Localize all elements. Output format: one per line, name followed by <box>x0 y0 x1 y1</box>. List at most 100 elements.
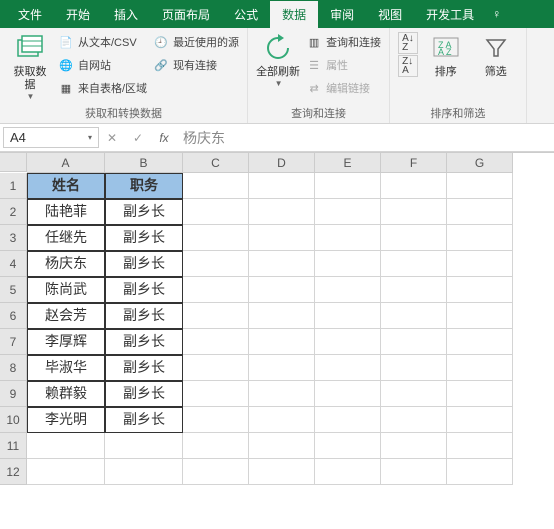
sort-asc-button[interactable]: A↓Z <box>398 32 418 54</box>
cell-A1[interactable]: 姓名 <box>27 173 105 199</box>
cell-F4[interactable] <box>381 251 447 277</box>
row-header-2[interactable]: 2 <box>0 199 27 225</box>
cell-C1[interactable] <box>183 173 249 199</box>
cell-E11[interactable] <box>315 433 381 459</box>
cell-B4[interactable]: 副乡长 <box>105 251 183 277</box>
cell-B6[interactable]: 副乡长 <box>105 303 183 329</box>
row-header-6[interactable]: 6 <box>0 303 27 329</box>
cell-D6[interactable] <box>249 303 315 329</box>
cell-D4[interactable] <box>249 251 315 277</box>
from-web-button[interactable]: 🌐自网站 <box>58 55 147 75</box>
cell-C9[interactable] <box>183 381 249 407</box>
col-header-B[interactable]: B <box>105 153 183 173</box>
cell-A2[interactable]: 陆艳菲 <box>27 199 105 225</box>
cell-C4[interactable] <box>183 251 249 277</box>
enter-icon[interactable]: ✓ <box>125 131 151 145</box>
cell-B1[interactable]: 职务 <box>105 173 183 199</box>
cell-C5[interactable] <box>183 277 249 303</box>
cell-F12[interactable] <box>381 459 447 485</box>
from-table-button[interactable]: ▦来自表格/区域 <box>58 78 147 98</box>
sort-desc-button[interactable]: Z↓A <box>398 55 418 77</box>
row-header-1[interactable]: 1 <box>0 173 27 199</box>
cell-G12[interactable] <box>447 459 513 485</box>
cell-F10[interactable] <box>381 407 447 433</box>
cancel-icon[interactable]: ✕ <box>99 131 125 145</box>
tab-开始[interactable]: 开始 <box>54 1 102 28</box>
cell-B11[interactable] <box>105 433 183 459</box>
cell-D9[interactable] <box>249 381 315 407</box>
queries-connections-button[interactable]: ▥查询和连接 <box>306 32 381 52</box>
cell-E8[interactable] <box>315 355 381 381</box>
cell-F11[interactable] <box>381 433 447 459</box>
row-header-12[interactable]: 12 <box>0 459 27 485</box>
cell-C8[interactable] <box>183 355 249 381</box>
col-header-A[interactable]: A <box>27 153 105 173</box>
cell-E12[interactable] <box>315 459 381 485</box>
cell-G3[interactable] <box>447 225 513 251</box>
cell-B7[interactable]: 副乡长 <box>105 329 183 355</box>
col-header-D[interactable]: D <box>249 153 315 173</box>
cell-B9[interactable]: 副乡长 <box>105 381 183 407</box>
cell-E6[interactable] <box>315 303 381 329</box>
cell-D10[interactable] <box>249 407 315 433</box>
cell-A5[interactable]: 陈尚武 <box>27 277 105 303</box>
col-header-F[interactable]: F <box>381 153 447 173</box>
cell-D8[interactable] <box>249 355 315 381</box>
cell-G11[interactable] <box>447 433 513 459</box>
existing-connections-button[interactable]: 🔗现有连接 <box>153 55 239 75</box>
tab-开发工具[interactable]: 开发工具 <box>414 1 486 28</box>
cell-A8[interactable]: 毕淑华 <box>27 355 105 381</box>
cell-E2[interactable] <box>315 199 381 225</box>
cell-F5[interactable] <box>381 277 447 303</box>
cell-B8[interactable]: 副乡长 <box>105 355 183 381</box>
cell-F3[interactable] <box>381 225 447 251</box>
col-header-G[interactable]: G <box>447 153 513 173</box>
sort-button[interactable]: Z AA Z 排序 <box>424 32 468 79</box>
cell-C7[interactable] <box>183 329 249 355</box>
cell-A3[interactable]: 任继先 <box>27 225 105 251</box>
cell-G1[interactable] <box>447 173 513 199</box>
cell-E4[interactable] <box>315 251 381 277</box>
formula-value[interactable]: 杨庆东 <box>177 128 554 148</box>
filter-button[interactable]: 筛选 <box>474 32 518 79</box>
row-header-10[interactable]: 10 <box>0 407 27 433</box>
cell-C11[interactable] <box>183 433 249 459</box>
cell-D1[interactable] <box>249 173 315 199</box>
row-header-11[interactable]: 11 <box>0 433 27 459</box>
cell-A12[interactable] <box>27 459 105 485</box>
from-text-csv-button[interactable]: 📄从文本/CSV <box>58 32 147 52</box>
cell-G2[interactable] <box>447 199 513 225</box>
col-header-E[interactable]: E <box>315 153 381 173</box>
cell-B10[interactable]: 副乡长 <box>105 407 183 433</box>
cell-F8[interactable] <box>381 355 447 381</box>
cell-G8[interactable] <box>447 355 513 381</box>
recent-sources-button[interactable]: 🕘最近使用的源 <box>153 32 239 52</box>
cell-D5[interactable] <box>249 277 315 303</box>
cell-B3[interactable]: 副乡长 <box>105 225 183 251</box>
tab-插入[interactable]: 插入 <box>102 1 150 28</box>
row-header-8[interactable]: 8 <box>0 355 27 381</box>
tab-审阅[interactable]: 审阅 <box>318 1 366 28</box>
cell-E10[interactable] <box>315 407 381 433</box>
cell-E9[interactable] <box>315 381 381 407</box>
cell-D11[interactable] <box>249 433 315 459</box>
cell-E7[interactable] <box>315 329 381 355</box>
cell-C2[interactable] <box>183 199 249 225</box>
fx-icon[interactable]: fx <box>151 131 177 145</box>
cell-B2[interactable]: 副乡长 <box>105 199 183 225</box>
cell-G10[interactable] <box>447 407 513 433</box>
cell-B5[interactable]: 副乡长 <box>105 277 183 303</box>
edit-links-button[interactable]: ⇄编辑链接 <box>306 78 381 98</box>
tab-视图[interactable]: 视图 <box>366 1 414 28</box>
cell-B12[interactable] <box>105 459 183 485</box>
cell-G4[interactable] <box>447 251 513 277</box>
refresh-all-button[interactable]: 全部刷新 ▼ <box>256 32 300 88</box>
cell-A4[interactable]: 杨庆东 <box>27 251 105 277</box>
tab-数据[interactable]: 数据 <box>270 1 318 28</box>
cell-F9[interactable] <box>381 381 447 407</box>
row-header-5[interactable]: 5 <box>0 277 27 303</box>
tab-页面布局[interactable]: 页面布局 <box>150 1 222 28</box>
cell-F6[interactable] <box>381 303 447 329</box>
cell-D2[interactable] <box>249 199 315 225</box>
cell-C3[interactable] <box>183 225 249 251</box>
